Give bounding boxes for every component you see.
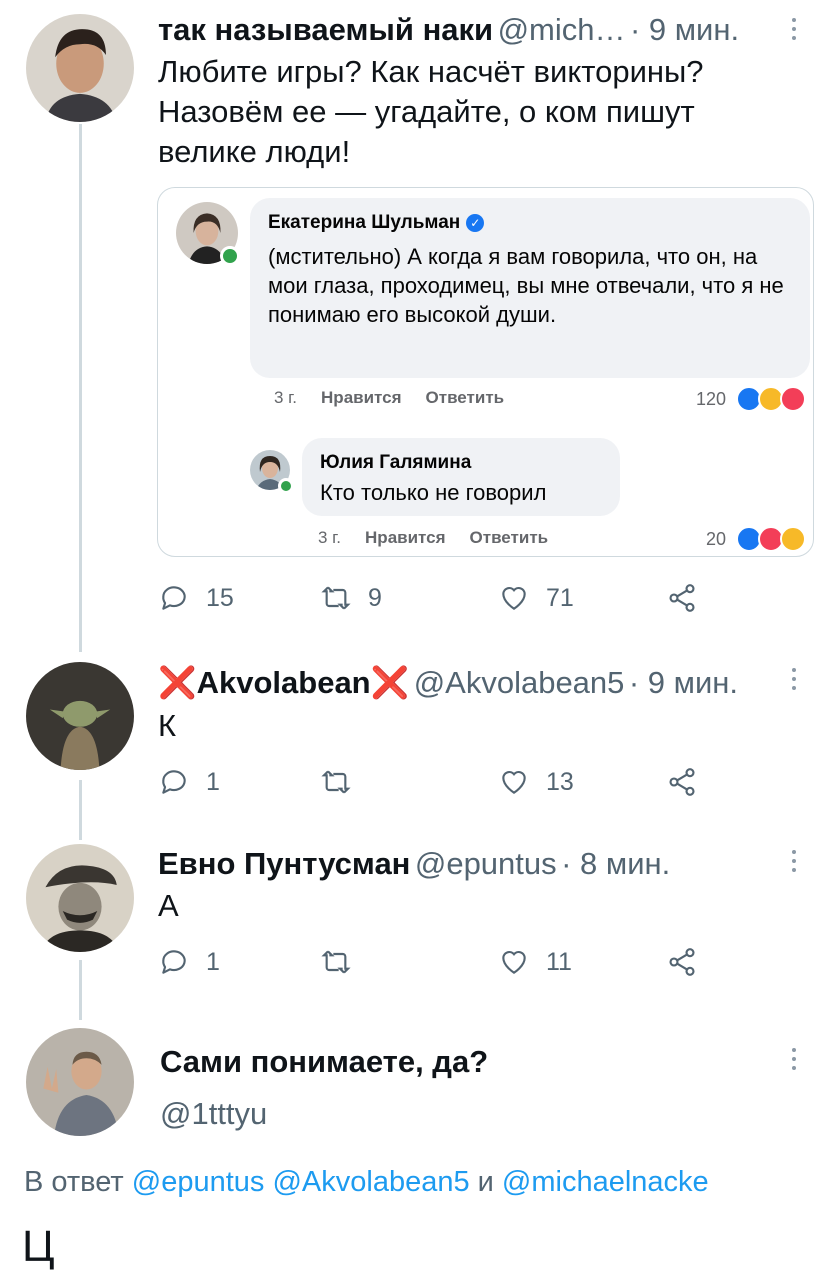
more-icon[interactable] bbox=[790, 850, 798, 877]
reply-icon bbox=[162, 950, 186, 974]
commenter-name[interactable]: Юлия Галямина bbox=[320, 452, 471, 474]
reaction-count: 120 bbox=[696, 388, 727, 409]
share-button[interactable] bbox=[666, 766, 698, 798]
reply-to-prefix: В ответ bbox=[24, 1166, 124, 1198]
reply-count: 15 bbox=[206, 583, 234, 612]
author-handle[interactable]: @mich… bbox=[498, 12, 626, 47]
reply-to-line: В ответ @epuntus @Akvolabean5 и @michael… bbox=[24, 1166, 709, 1199]
author-handle[interactable]: @epuntus bbox=[415, 846, 557, 881]
comment-meta: 3 г. Нравится Ответить bbox=[318, 528, 548, 548]
thread-line bbox=[79, 960, 82, 1020]
tweet-text: А bbox=[158, 888, 179, 923]
reply-count: 1 bbox=[206, 767, 220, 796]
avatar[interactable] bbox=[26, 662, 134, 770]
tweet-time[interactable]: · 9 мин. bbox=[630, 12, 739, 47]
heart-icon bbox=[502, 586, 526, 610]
retweet-icon bbox=[321, 950, 351, 974]
share-button[interactable] bbox=[666, 582, 698, 614]
author-name[interactable]: Akvolabean bbox=[197, 665, 371, 700]
more-icon[interactable] bbox=[790, 18, 798, 45]
author-name[interactable]: так называемый наки bbox=[158, 12, 493, 47]
like-count: 71 bbox=[546, 583, 574, 612]
more-icon[interactable] bbox=[790, 668, 798, 695]
name-cross-mark-right: ❌ bbox=[370, 665, 410, 700]
retweet-button[interactable]: 9 bbox=[320, 582, 382, 614]
mention-link[interactable]: @Akvolabean5 bbox=[272, 1166, 469, 1198]
tweet-time[interactable]: · 9 мин. bbox=[629, 665, 738, 700]
online-indicator bbox=[220, 246, 240, 266]
tweet-header: так называемый наки @mich… · 9 мин. bbox=[158, 12, 739, 48]
reply-icon bbox=[162, 586, 186, 610]
reply-link[interactable]: Ответить bbox=[470, 528, 549, 548]
reply-to-conj: и bbox=[477, 1166, 494, 1198]
comment-text: (мстительно) А когда я вам говорила, что… bbox=[268, 244, 784, 327]
tweet-header: Евно Пунтусман @epuntus · 8 мин. bbox=[158, 846, 670, 882]
author-name[interactable]: Евно Пунтусман bbox=[158, 846, 410, 881]
retweet-icon bbox=[321, 586, 351, 610]
reply-button[interactable]: 1 bbox=[158, 946, 220, 978]
like-count: 13 bbox=[546, 767, 574, 796]
reply-icon bbox=[162, 770, 186, 794]
reaction-summary[interactable]: 20 bbox=[706, 526, 807, 552]
name-cross-mark-left: ❌ bbox=[158, 665, 197, 700]
retweet-count: 9 bbox=[368, 583, 382, 612]
comment-text: Кто только не говорил bbox=[320, 480, 547, 505]
like-link[interactable]: Нравится bbox=[321, 388, 402, 408]
mention-link[interactable]: @michaelnacke bbox=[502, 1166, 709, 1198]
avatar[interactable] bbox=[26, 14, 134, 122]
like-link[interactable]: Нравится bbox=[365, 528, 446, 548]
haha-reaction-icon bbox=[780, 526, 807, 552]
retweet-icon bbox=[321, 770, 351, 794]
reaction-summary[interactable]: 120 bbox=[696, 386, 807, 412]
share-icon bbox=[669, 768, 695, 796]
like-count: 11 bbox=[546, 947, 572, 976]
comment-bubble: Екатерина Шульман ✓ (мстительно) А когда… bbox=[250, 198, 810, 378]
commenter-name[interactable]: Екатерина Шульман bbox=[268, 212, 460, 234]
tweet-time[interactable]: · 8 мин. bbox=[561, 846, 670, 881]
comment-meta: 3 г. Нравится Ответить bbox=[274, 388, 504, 408]
like-button[interactable]: 13 bbox=[498, 766, 574, 798]
reply-button[interactable]: 15 bbox=[158, 582, 234, 614]
author-handle[interactable]: @Akvolabean5 bbox=[414, 665, 625, 700]
reply-link[interactable]: Ответить bbox=[426, 388, 505, 408]
author-handle[interactable]: @1tttyu bbox=[160, 1096, 267, 1132]
like-button[interactable]: 11 bbox=[498, 946, 572, 978]
share-icon bbox=[669, 584, 695, 612]
comment-time[interactable]: 3 г. bbox=[274, 388, 297, 408]
heart-icon bbox=[502, 950, 526, 974]
reaction-count: 20 bbox=[706, 528, 727, 549]
avatar[interactable] bbox=[26, 844, 134, 952]
reply-button[interactable]: 1 bbox=[158, 766, 220, 798]
tweet-header: ❌Akvolabean❌ @Akvolabean5 · 9 мин. bbox=[158, 664, 738, 701]
thread-line bbox=[79, 780, 82, 840]
comment-time[interactable]: 3 г. bbox=[318, 528, 341, 548]
share-icon bbox=[669, 948, 695, 976]
tweet-text: К bbox=[158, 708, 177, 743]
share-button[interactable] bbox=[666, 946, 698, 978]
tweet-text: Любите игры? Как насчёт викторины? Назов… bbox=[158, 54, 704, 169]
like-button[interactable]: 71 bbox=[498, 582, 574, 614]
heart-icon bbox=[502, 770, 526, 794]
more-icon[interactable] bbox=[790, 1048, 798, 1075]
retweet-button[interactable] bbox=[320, 946, 368, 978]
thread-line bbox=[79, 124, 82, 652]
online-indicator bbox=[278, 478, 294, 494]
tweet-text: Ц bbox=[22, 1222, 55, 1271]
avatar[interactable] bbox=[26, 1028, 134, 1136]
reply-count: 1 bbox=[206, 947, 220, 976]
embedded-image-card[interactable]: Екатерина Шульман ✓ (мстительно) А когда… bbox=[157, 187, 814, 557]
mention-link[interactable]: @epuntus bbox=[132, 1166, 265, 1198]
verified-icon: ✓ bbox=[466, 214, 485, 232]
author-name[interactable]: Сами понимаете, да? bbox=[160, 1044, 488, 1080]
retweet-button[interactable] bbox=[320, 766, 368, 798]
comment-bubble: Юлия Галямина Кто только не говорил bbox=[302, 438, 620, 516]
love-reaction-icon bbox=[780, 386, 807, 412]
